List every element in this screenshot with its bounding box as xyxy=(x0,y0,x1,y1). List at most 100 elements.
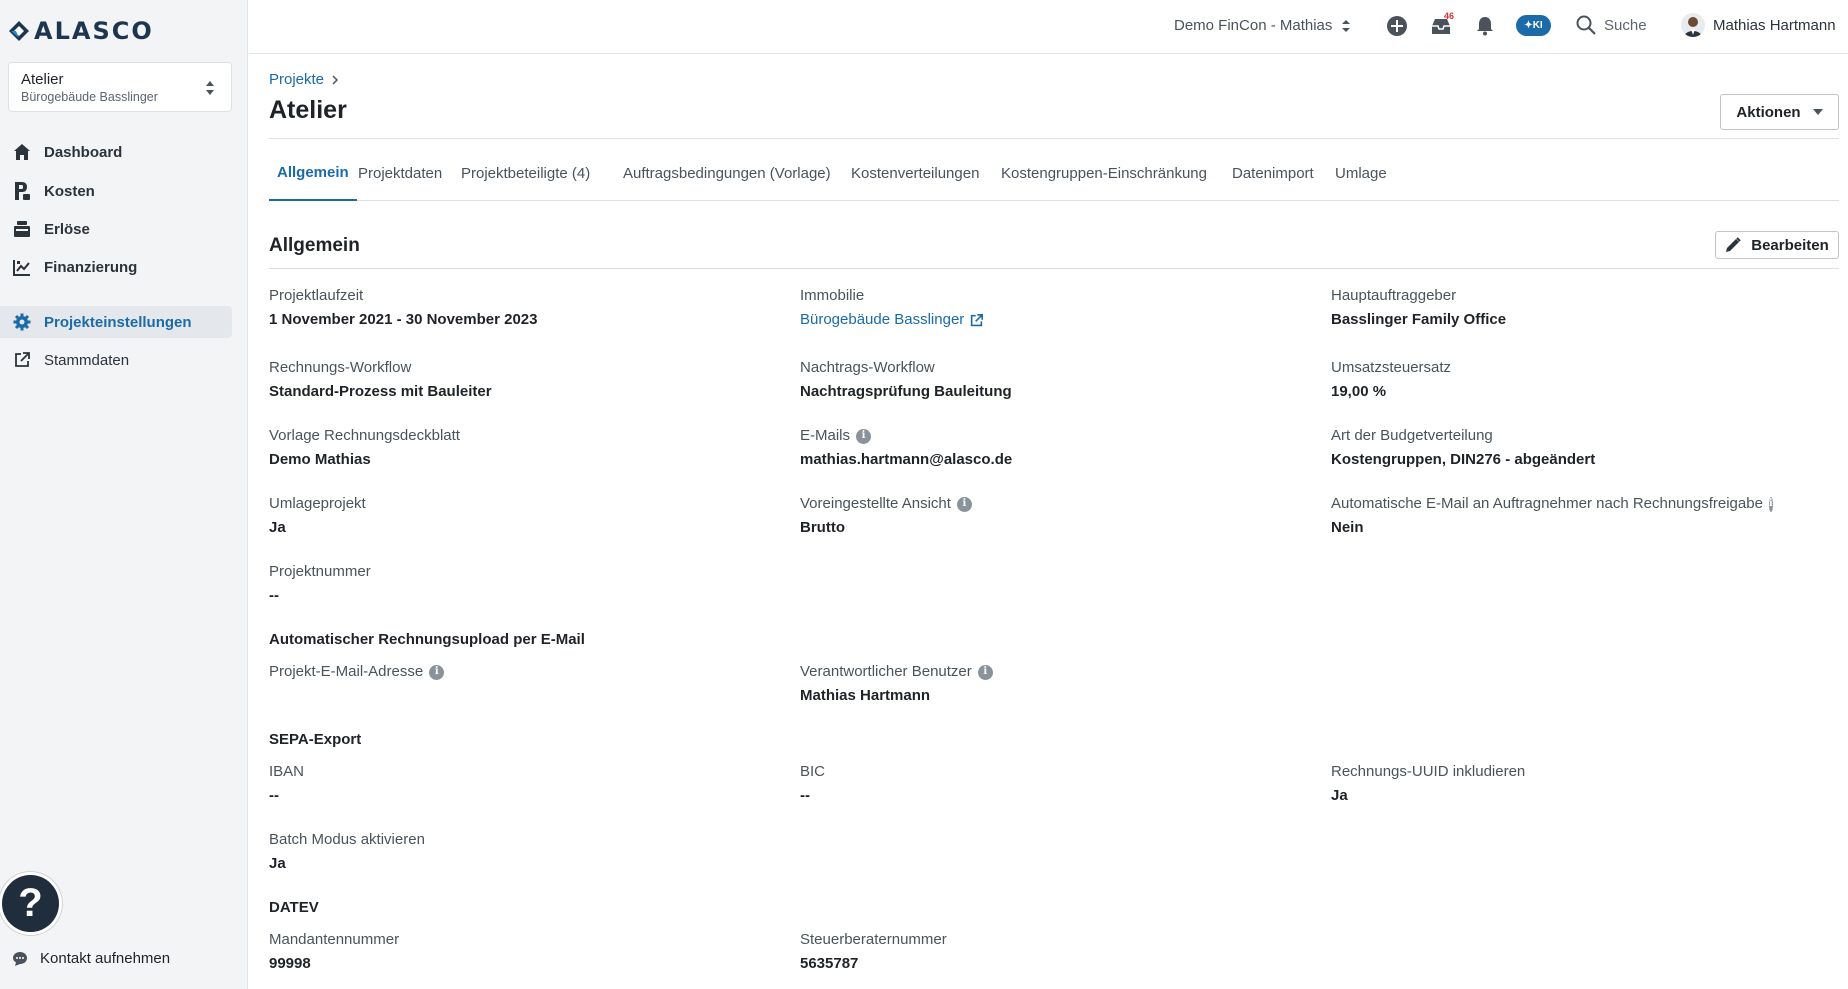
field-label: Rechnungs-Workflow xyxy=(269,359,412,376)
field-label: Batch Modus aktivieren xyxy=(269,831,425,848)
tab-projektdaten[interactable]: Projektdaten xyxy=(350,146,450,201)
alasco-logo[interactable]: ALASCO xyxy=(8,17,154,45)
user-menu[interactable]: Mathias Hartmann xyxy=(1681,13,1836,37)
field-label: Steuerberaternummer xyxy=(800,931,947,948)
field-value: Nein xyxy=(1331,519,1364,536)
tenant-switcher[interactable]: Demo FinCon - Mathias xyxy=(1174,17,1351,34)
info-icon[interactable]: i xyxy=(856,428,872,444)
tenant-label: Demo FinCon - Mathias xyxy=(1174,17,1333,34)
tab-datenimport[interactable]: Datenimport xyxy=(1224,146,1322,201)
field-value: 1 November 2021 - 30 November 2023 xyxy=(269,311,538,328)
field-verantwortlicher-benutzer: Verantwortlicher Benutzer i Mathias Hart… xyxy=(800,663,1240,705)
field-label: Projekt-E-Mail-Adresse xyxy=(269,663,424,680)
info-icon[interactable]: i xyxy=(977,664,993,680)
field-value: Standard-Prozess mit Bauleiter xyxy=(269,383,492,400)
caret-down-icon xyxy=(1812,109,1823,115)
sidebar-item-label: Projekteinstellungen xyxy=(44,313,192,331)
add-icon[interactable] xyxy=(1385,14,1409,38)
chat-icon xyxy=(13,951,27,966)
info-icon[interactable]: i xyxy=(1768,496,1773,512)
sidebar-item-label: Erlöse xyxy=(44,220,90,238)
field-hauptauftraggeber: Hauptauftraggeber Basslinger Family Offi… xyxy=(1331,287,1771,329)
breadcrumb: Projekte xyxy=(269,71,339,88)
field-value: Demo Mathias xyxy=(269,451,371,468)
sidebar-item-finanzierung[interactable]: Finanzierung xyxy=(0,251,232,283)
actions-dropdown-button[interactable]: Aktionen xyxy=(1720,94,1839,130)
field-iban: IBAN -- xyxy=(269,763,709,805)
field-label-row: Automatische E-Mail an Auftragnehmer nac… xyxy=(1331,495,1773,513)
sidebar-item-projekteinstellungen[interactable]: Projekteinstellungen xyxy=(0,306,232,338)
actions-label: Aktionen xyxy=(1736,103,1801,121)
field-value: -- xyxy=(269,587,279,604)
project-switcher-name: Atelier xyxy=(21,71,64,88)
field-label-row: Verantwortlicher Benutzer i xyxy=(800,663,1240,681)
edit-button[interactable]: Bearbeiten xyxy=(1715,231,1839,259)
tab-label: Datenimport xyxy=(1232,165,1314,182)
field-label: Voreingestellte Ansicht xyxy=(800,495,951,512)
tab-allgemein[interactable]: Allgemein xyxy=(269,146,357,201)
tab-kostenverteilungen[interactable]: Kostenverteilungen xyxy=(843,146,987,201)
sidebar-item-label: Stammdaten xyxy=(44,351,130,369)
field-label: Mandantennummer xyxy=(269,931,400,948)
sidebar-item-kosten[interactable]: Kosten xyxy=(0,175,232,207)
sidebar-item-erloese[interactable]: Erlöse xyxy=(0,213,232,245)
divider xyxy=(269,138,1839,139)
field-label: Projektlaufzeit xyxy=(269,287,364,304)
chevron-right-icon xyxy=(332,74,339,85)
field-label: E-Mails xyxy=(800,427,851,444)
field-label: Umsatzsteuersatz xyxy=(1331,359,1452,376)
inbox-button[interactable]: 46 xyxy=(1429,11,1454,38)
info-icon[interactable]: i xyxy=(429,664,445,680)
external-link-icon xyxy=(12,350,32,370)
field-label: Verantwortlicher Benutzer xyxy=(800,663,972,680)
field-label: Projektnummer xyxy=(269,563,371,580)
field-value: -- xyxy=(800,787,810,804)
field-projekt-email-adresse: Projekt-E-Mail-Adresse i xyxy=(269,663,709,687)
field-rechnungs-uuid: Rechnungs-UUID inkludieren Ja xyxy=(1331,763,1771,805)
tab-label: Kostengruppen-Einschränkung xyxy=(1001,165,1207,182)
field-batch-modus: Batch Modus aktivieren Ja xyxy=(269,831,709,873)
search-icon xyxy=(1576,15,1596,35)
field-value: Nachtragsprüfung Bauleitung xyxy=(800,383,1012,400)
field-value: 5635787 xyxy=(800,955,859,972)
main-content: Projekte Atelier Aktionen Allgemein Proj… xyxy=(269,54,1839,989)
contact-link[interactable]: Kontakt aufnehmen xyxy=(12,950,170,967)
divider xyxy=(269,268,1839,269)
sidebar-item-label: Kosten xyxy=(44,182,95,200)
sidebar-item-stammdaten[interactable]: Stammdaten xyxy=(0,344,232,376)
sparkle-icon: ✦ xyxy=(1524,20,1533,31)
info-icon[interactable]: i xyxy=(956,496,972,512)
field-label: Hauptauftraggeber xyxy=(1331,287,1457,304)
sidebar-item-dashboard[interactable]: Dashboard xyxy=(0,136,232,168)
project-switcher[interactable]: Atelier Bürogebäude Basslinger xyxy=(8,62,232,112)
tab-bar: Allgemein Projektdaten Projektbeteiligte… xyxy=(269,146,1839,201)
tab-auftragsbedingungen[interactable]: Auftragsbedingungen (Vorlage) xyxy=(615,146,839,201)
bell-icon[interactable] xyxy=(1473,14,1497,38)
ki-button[interactable]: ✦ KI xyxy=(1516,15,1551,36)
field-rechnungs-workflow: Rechnungs-Workflow Standard-Prozess mit … xyxy=(269,359,709,401)
field-value: 19,00 % xyxy=(1331,383,1387,400)
tab-umlage[interactable]: Umlage xyxy=(1327,146,1395,201)
search-button[interactable]: Suche xyxy=(1576,15,1647,35)
external-link-icon xyxy=(971,313,984,326)
avatar xyxy=(1681,13,1705,37)
home-icon xyxy=(12,142,32,162)
tab-label: Projektdaten xyxy=(358,165,443,182)
immobilie-link[interactable]: Bürogebäude Basslinger xyxy=(800,311,1240,329)
field-value: Brutto xyxy=(800,519,845,536)
tab-label: Umlage xyxy=(1335,165,1387,182)
chevron-updown-icon xyxy=(1342,19,1351,32)
help-button[interactable]: ? xyxy=(2,875,59,932)
tab-projektbeteiligte[interactable]: Projektbeteiligte (4) xyxy=(453,146,598,201)
field-label: Automatische E-Mail an Auftragnehmer nac… xyxy=(1331,495,1763,512)
breadcrumb-link-projekte[interactable]: Projekte xyxy=(269,71,324,88)
tab-kostengruppen-einschraenkung[interactable]: Kostengruppen-Einschränkung xyxy=(993,146,1215,201)
chevron-updown-icon xyxy=(206,81,214,95)
cost-icon xyxy=(12,181,32,201)
revenue-icon xyxy=(12,219,32,239)
help-question-mark: ? xyxy=(18,881,43,925)
pencil-icon xyxy=(1726,237,1741,252)
field-mandantennummer: Mandantennummer 99998 xyxy=(269,931,709,973)
gear-icon xyxy=(12,312,32,332)
field-voreingestellte-ansicht: Voreingestellte Ansicht i Brutto xyxy=(800,495,1240,537)
